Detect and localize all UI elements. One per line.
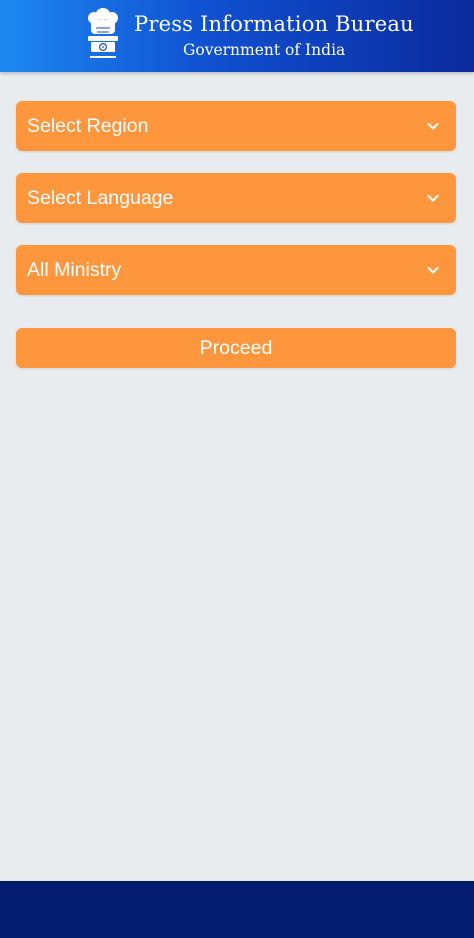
chevron-down-icon	[427, 267, 439, 274]
bottom-navigation-bar	[0, 881, 474, 938]
region-dropdown-label: Select Region	[27, 114, 149, 137]
proceed-button-label: Proceed	[199, 336, 273, 359]
chevron-down-icon	[427, 195, 439, 202]
app-title: Press Information Bureau	[134, 12, 414, 36]
region-dropdown[interactable]: Select Region	[16, 101, 456, 151]
ministry-dropdown[interactable]: All Ministry	[16, 245, 456, 295]
app-header: Press Information Bureau Government of I…	[0, 0, 474, 72]
ministry-dropdown-label: All Ministry	[27, 258, 122, 281]
proceed-button[interactable]: Proceed	[16, 328, 456, 368]
language-dropdown-label: Select Language	[27, 186, 174, 209]
chevron-down-icon	[427, 123, 439, 130]
language-dropdown[interactable]: Select Language	[16, 173, 456, 223]
national-emblem-icon	[88, 8, 118, 58]
app-subtitle: Government of India	[183, 41, 346, 59]
